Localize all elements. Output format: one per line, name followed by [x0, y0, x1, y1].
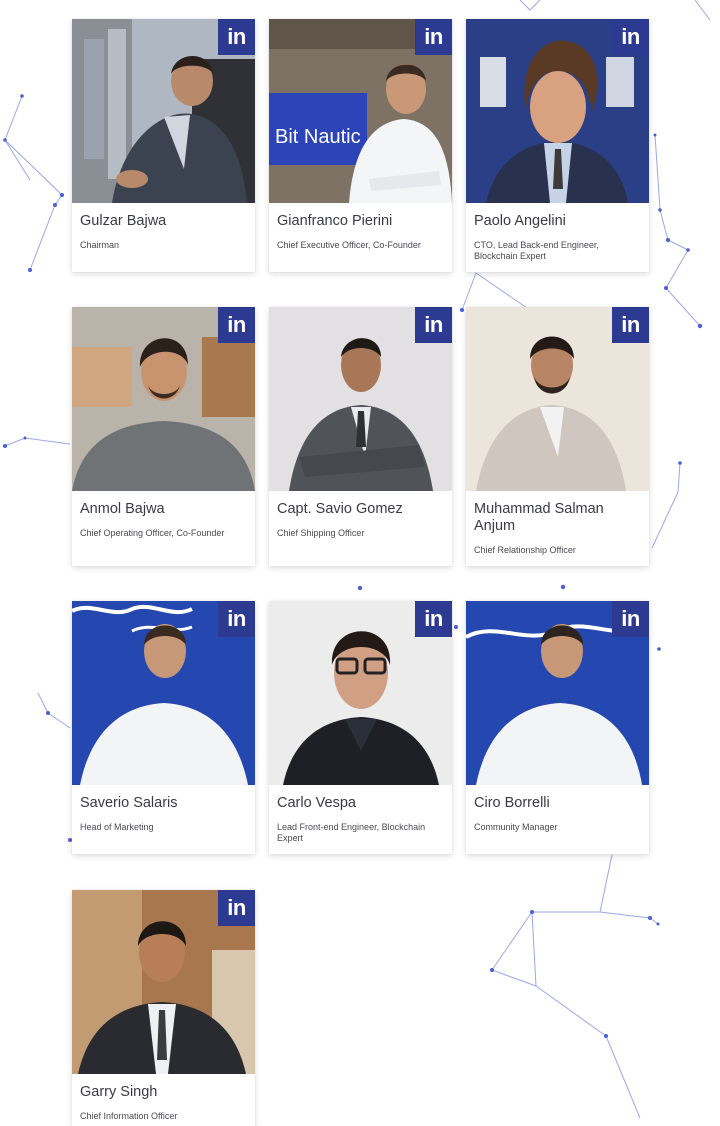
member-name: Paolo Angelini: [474, 213, 566, 229]
team-card: in Carlo Vespa Lead Front-end Engineer, …: [269, 601, 452, 854]
member-photo: in: [269, 307, 452, 491]
member-photo: in: [72, 19, 255, 203]
member-name: Muhammad Salman Anjum: [474, 501, 604, 534]
member-role: Chairman: [80, 240, 120, 250]
member-photo: in: [466, 601, 649, 785]
linkedin-icon[interactable]: in: [218, 19, 255, 55]
team-card: in Gulzar Bajwa Chairman: [72, 19, 255, 272]
backdrop-brand-text: Bit Nautic: [275, 126, 361, 148]
member-photo: in: [72, 601, 255, 785]
member-role: Chief Operating Officer, Co-Founder: [80, 528, 225, 538]
linkedin-icon[interactable]: in: [612, 601, 649, 637]
linkedin-icon[interactable]: in: [218, 601, 255, 637]
member-photo: in: [72, 890, 255, 1074]
team-card: in Saverio Salaris Head of Marketing: [72, 601, 255, 854]
member-photo: in: [72, 307, 255, 491]
team-card: in Anmol Bajwa Chief Operating Officer, …: [72, 307, 255, 566]
member-role: Chief Relationship Officer: [474, 545, 576, 555]
linkedin-icon[interactable]: in: [415, 19, 452, 55]
team-card: in Capt. Savio Gomez Chief Shipping Offi…: [269, 307, 452, 566]
linkedin-icon[interactable]: in: [415, 307, 452, 343]
member-name: Carlo Vespa: [277, 795, 356, 811]
member-role: Head of Marketing: [80, 822, 154, 832]
linkedin-icon[interactable]: in: [612, 19, 649, 55]
member-role: Chief Shipping Officer: [277, 528, 365, 538]
member-name: Saverio Salaris: [80, 795, 178, 811]
member-role: Chief Information Officer: [80, 1111, 178, 1121]
member-name: Gianfranco Pierini: [277, 213, 393, 229]
member-photo: Bit Nautic in: [269, 19, 452, 203]
member-photo: in: [466, 307, 649, 491]
member-name: Gulzar Bajwa: [80, 213, 167, 229]
linkedin-icon[interactable]: in: [218, 307, 255, 343]
member-role: Lead Front-end Engineer, Blockchain Expe…: [277, 822, 426, 843]
linkedin-icon[interactable]: in: [612, 307, 649, 343]
member-role: Community Manager: [474, 822, 558, 832]
team-card: in Ciro Borrelli Community Manager: [466, 601, 649, 854]
team-card: in Muhammad Salman Anjum Chief Relations…: [466, 307, 649, 566]
team-card: in Paolo Angelini CTO, Lead Back-end Eng…: [466, 19, 649, 272]
linkedin-icon[interactable]: in: [415, 601, 452, 637]
member-role: CTO, Lead Back-end Engineer, Blockchain …: [474, 240, 599, 261]
team-card: in Garry Singh Chief Information Officer: [72, 890, 255, 1126]
linkedin-icon[interactable]: in: [218, 890, 255, 926]
member-role: Chief Executive Officer, Co-Founder: [277, 240, 421, 250]
member-name: Garry Singh: [80, 1084, 158, 1100]
team-card: Bit Nautic in Gianfranco Pierini Chief E…: [269, 19, 452, 272]
member-name: Capt. Savio Gomez: [277, 501, 403, 517]
member-name: Anmol Bajwa: [80, 501, 165, 517]
member-photo: in: [466, 19, 649, 203]
member-photo: in: [269, 601, 452, 785]
member-name: Ciro Borrelli: [474, 795, 550, 811]
